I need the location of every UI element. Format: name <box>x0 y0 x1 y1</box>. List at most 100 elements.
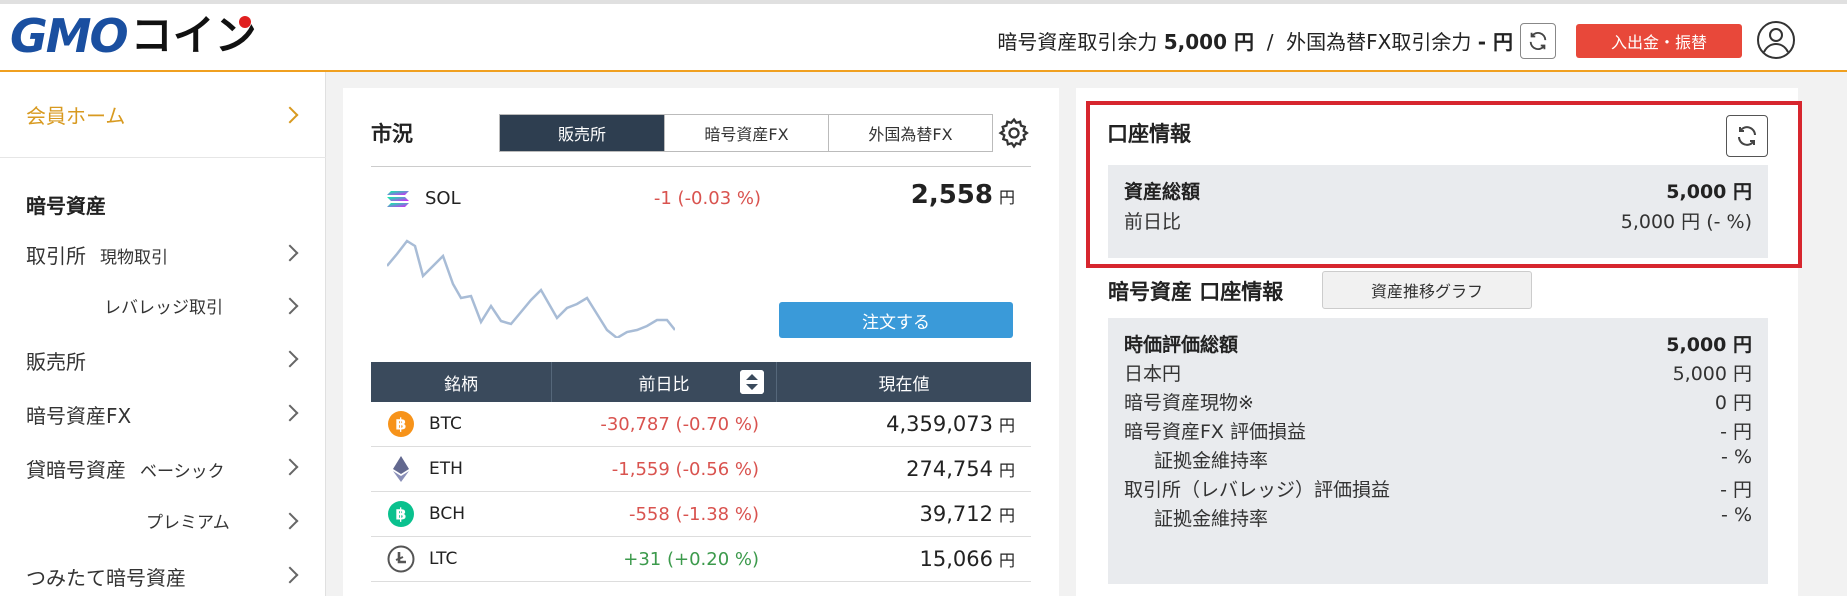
row-symbol-cell: ฿ BTC <box>371 410 552 438</box>
row-change: -558 (-1.38 %) <box>628 503 759 525</box>
total-assets-row: 資産総額 5,000 円 <box>1124 177 1752 205</box>
eth-icon <box>393 456 409 482</box>
sidebar-item-leverage[interactable]: レバレッジ取引 <box>0 285 326 325</box>
logo-dot <box>238 16 251 28</box>
row-price-cell: 274,754 円 <box>777 457 1031 481</box>
detail-row: 時価評価総額 5,000 円 <box>1124 330 1752 358</box>
sol-icon <box>387 191 409 207</box>
header-topline <box>0 0 1847 4</box>
chevron-right-icon <box>281 297 299 315</box>
row-symbol-cell: ETH <box>371 455 552 483</box>
logo-coin-label: コイン <box>130 11 257 60</box>
logo-gmo-text: GMO <box>10 9 129 63</box>
refresh-icon <box>1529 32 1547 50</box>
featured-symbol: SOL <box>425 188 461 209</box>
detail-row: 証拠金維持率 - % <box>1124 446 1752 474</box>
row-change: -1,559 (-0.56 %) <box>611 458 759 480</box>
refresh-icon <box>1738 126 1756 146</box>
chevron-right-icon <box>281 350 299 368</box>
sidebar-item-label: プレミアム <box>146 513 230 533</box>
sidebar-item-label: 暗号資産FX <box>26 404 132 428</box>
market-panel: 市況 販売所 暗号資産FX 外国為替FX SOL -1 (-0.03 %) 2,… <box>343 88 1059 596</box>
sidebar-item-lending-basic[interactable]: 貸暗号資産 ベーシック <box>0 446 326 486</box>
basic-label: ベーシック <box>140 462 225 482</box>
detail-value: - % <box>1721 446 1752 468</box>
row-symbol-cell: LTC <box>371 545 552 573</box>
chevron-right-icon <box>281 566 299 584</box>
table-header: 銘柄 前日比 現在値 <box>371 362 1031 402</box>
account-summary: 資産総額 5,000 円 前日比 5,000 円 (- %) <box>1108 165 1768 258</box>
btc-icon: ฿ <box>388 411 414 437</box>
chevron-right-icon <box>281 458 299 476</box>
user-account-icon[interactable] <box>1756 20 1796 60</box>
sidebar-item-tsumitate[interactable]: つみたて暗号資産 <box>0 554 326 594</box>
detail-row: 暗号資産FX 評価損益 - 円 <box>1124 417 1752 445</box>
market-title: 市況 <box>371 122 413 146</box>
chevron-right-icon <box>281 512 299 530</box>
table-row[interactable]: ฿ BTC -30,787 (-0.70 %) 4,359,073 円 <box>371 402 1031 447</box>
row-price: 39,712 <box>919 502 993 526</box>
gear-icon[interactable] <box>997 116 1031 150</box>
row-unit: 円 <box>998 461 1015 480</box>
row-symbol-cell: ฿ BCH <box>371 500 552 528</box>
fx-balance-value: - 円 <box>1477 30 1513 54</box>
detail-label: 暗号資産FX 評価損益 <box>1124 421 1306 443</box>
svg-text:฿: ฿ <box>395 505 406 524</box>
prev-day-row: 前日比 5,000 円 (- %) <box>1124 207 1752 235</box>
table-row[interactable]: LTC +31 (+0.20 %) 15,066 円 <box>371 537 1031 582</box>
chevron-right-icon <box>281 106 299 124</box>
sidebar-home-label: 会員ホーム <box>26 104 126 128</box>
sidebar-item-member-home[interactable]: 会員ホーム <box>0 72 326 158</box>
bch-icon: ฿ <box>388 501 414 527</box>
tab-sales[interactable]: 販売所 <box>500 115 664 151</box>
prev-day-value: 5,000 円 (- %) <box>1620 211 1752 233</box>
ltc-icon <box>387 545 415 573</box>
column-change[interactable]: 前日比 <box>552 362 777 402</box>
detail-label: 取引所（レバレッジ）評価損益 <box>1124 479 1391 501</box>
column-price: 現在値 <box>878 374 930 395</box>
table-row[interactable]: ETH -1,559 (-0.56 %) 274,754 円 <box>371 447 1031 492</box>
asset-graph-button[interactable]: 資産推移グラフ <box>1322 271 1532 309</box>
column-symbol: 銘柄 <box>371 362 552 402</box>
sidebar-item-sales[interactable]: 販売所 <box>0 338 326 378</box>
featured-price: 2,558 <box>910 180 993 210</box>
crypto-balance-value: 5,000 円 <box>1163 30 1254 54</box>
tab-crypto-fx[interactable]: 暗号資産FX <box>664 115 828 151</box>
row-price-cell: 39,712 円 <box>777 502 1031 526</box>
prev-day-label: 前日比 <box>1124 211 1182 233</box>
table-body: ฿ BTC -30,787 (-0.70 %) 4,359,073 円 ETH -1,559… <box>371 402 1031 582</box>
detail-label: 時価評価総額 <box>1124 334 1239 356</box>
sidebar-item-exchange-spot[interactable]: 取引所 現物取引 <box>0 232 326 272</box>
sort-icon[interactable] <box>740 370 764 394</box>
featured-change: -1 (-0.03 %) <box>653 188 761 209</box>
detail-value: - 円 <box>1720 479 1752 501</box>
row-unit: 円 <box>998 506 1015 525</box>
account-panel: 口座情報 資産総額 5,000 円 前日比 5,000 円 (- %) 暗号資産… <box>1076 88 1802 596</box>
deposit-transfer-button[interactable]: 入出金・振替 <box>1576 24 1742 58</box>
exchange-label: 取引所 <box>26 244 86 268</box>
balance-summary: 暗号資産取引余力 5,000 円 / 外国為替FX取引余力 - 円 <box>997 26 1513 55</box>
featured-coin-row[interactable]: SOL -1 (-0.03 %) 2,558 円 <box>371 180 1031 220</box>
tab-forex-fx[interactable]: 外国為替FX <box>828 115 992 151</box>
market-tabs: 販売所 暗号資産FX 外国為替FX <box>499 114 993 152</box>
detail-value: 5,000 円 <box>1672 363 1752 385</box>
balance-separator: / <box>1266 30 1274 54</box>
detail-row: 取引所（レバレッジ）評価損益 - 円 <box>1124 475 1752 503</box>
featured-price-wrap: 2,558 円 <box>911 180 1015 210</box>
balance-refresh-button[interactable] <box>1520 23 1556 59</box>
account-refresh-button[interactable] <box>1726 115 1768 157</box>
table-row[interactable]: ฿ BCH -558 (-1.38 %) 39,712 円 <box>371 492 1031 537</box>
account-info-title: 口座情報 <box>1107 122 1191 146</box>
sidebar-item-label: 販売所 <box>26 350 86 374</box>
sidebar-item-crypto-fx[interactable]: 暗号資産FX <box>0 392 326 432</box>
sidebar-item-lending-premium[interactable]: プレミアム <box>0 500 326 540</box>
detail-value: 5,000 円 <box>1666 334 1752 356</box>
total-assets-value: 5,000 円 <box>1666 181 1752 203</box>
order-button[interactable]: 注文する <box>779 302 1013 338</box>
row-change: +31 (+0.20 %) <box>623 548 759 570</box>
detail-label: 日本円 <box>1124 363 1182 385</box>
detail-value: - 円 <box>1720 421 1752 443</box>
detail-label: 証拠金維持率 <box>1154 508 1269 530</box>
gmo-coin-logo[interactable]: GMO コイン <box>10 9 257 63</box>
detail-label: 証拠金維持率 <box>1154 450 1269 472</box>
